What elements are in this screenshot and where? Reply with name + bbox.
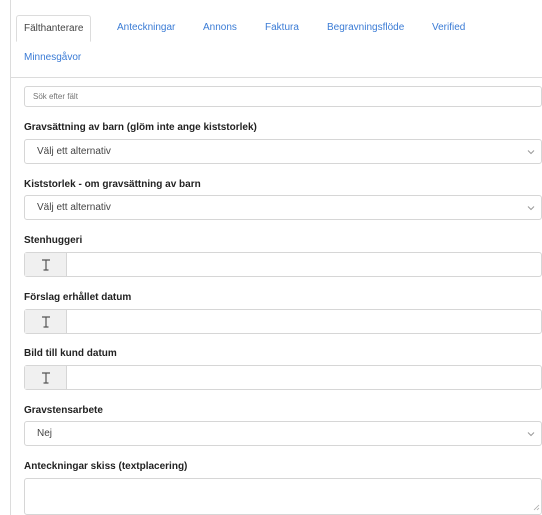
- label-stenhuggeri: Stenhuggeri: [24, 235, 83, 246]
- tab-bar: Fälthanterare Anteckningar Annons Faktur…: [11, 0, 542, 78]
- tab-begravningsflode[interactable]: Begravningsflöde: [327, 18, 404, 38]
- text-cursor-icon: [41, 258, 50, 271]
- select-gravsattning-barn[interactable]: Välj ett alternativ: [24, 139, 542, 164]
- label-gravstensarbete: Gravstensarbete: [24, 405, 103, 416]
- field-search-input[interactable]: [24, 86, 542, 107]
- chevron-down-icon: [527, 432, 535, 437]
- chevron-down-icon: [527, 150, 535, 155]
- resize-grip-icon[interactable]: [532, 503, 540, 511]
- bild-kund-datum-input[interactable]: [67, 366, 541, 389]
- select-value: Välj ett alternativ: [37, 146, 111, 157]
- text-field-addon: [25, 310, 67, 333]
- anteckningar-skiss-textarea[interactable]: [24, 478, 542, 515]
- forslag-datum-input[interactable]: [67, 310, 541, 333]
- stenhuggeri-input[interactable]: [67, 253, 541, 276]
- field-manager-panel: Fälthanterare Anteckningar Annons Faktur…: [10, 0, 542, 515]
- text-cursor-icon: [41, 315, 50, 328]
- input-group-stenhuggeri: [24, 252, 542, 277]
- text-field-addon: [25, 253, 67, 276]
- tab-faktura[interactable]: Faktura: [265, 18, 299, 38]
- input-group-bild-kund-datum: [24, 365, 542, 390]
- input-group-forslag-datum: [24, 309, 542, 334]
- tab-minnesgavor[interactable]: Minnesgåvor: [24, 48, 81, 68]
- text-field-addon: [25, 366, 67, 389]
- tab-falthanterare[interactable]: Fälthanterare: [16, 15, 92, 42]
- select-gravstensarbete[interactable]: Nej: [24, 421, 542, 446]
- tab-verified[interactable]: Verified: [432, 18, 465, 38]
- select-value: Välj ett alternativ: [37, 202, 111, 213]
- label-forslag-datum: Förslag erhållet datum: [24, 292, 132, 303]
- text-cursor-icon: [41, 371, 50, 384]
- select-value: Nej: [37, 428, 53, 439]
- select-kiststorlek[interactable]: Välj ett alternativ: [24, 195, 542, 220]
- tab-anteckningar[interactable]: Anteckningar: [117, 18, 175, 38]
- label-bild-kund-datum: Bild till kund datum: [24, 348, 117, 359]
- label-gravsattning-barn: Gravsättning av barn (glöm inte ange kis…: [24, 122, 257, 133]
- label-kiststorlek: Kiststorlek - om gravsättning av barn: [24, 179, 201, 190]
- label-anteckningar-skiss: Anteckningar skiss (textplacering): [24, 461, 188, 472]
- chevron-down-icon: [527, 206, 535, 211]
- tab-annons[interactable]: Annons: [203, 18, 237, 38]
